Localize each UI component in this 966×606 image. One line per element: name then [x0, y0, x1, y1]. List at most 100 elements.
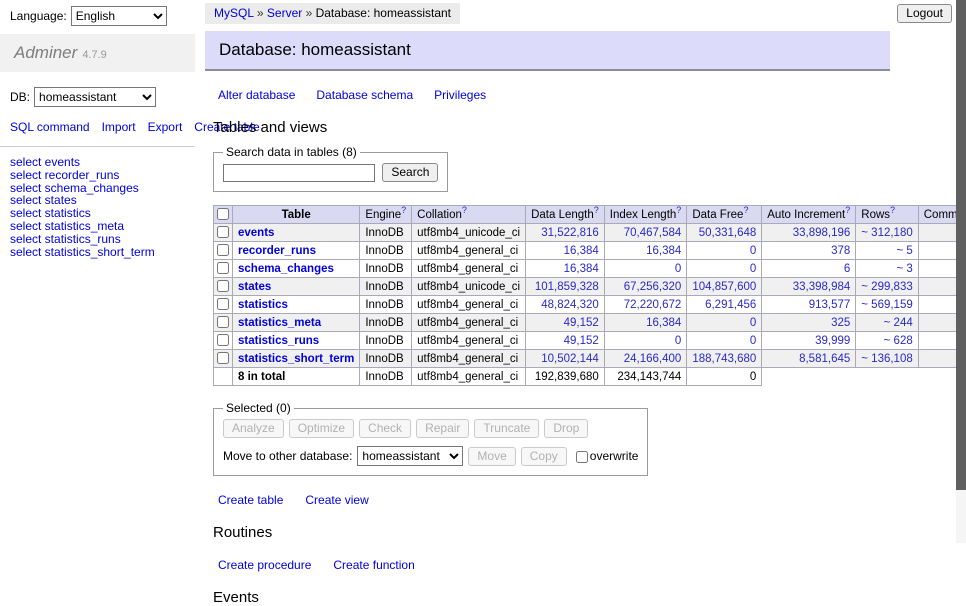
create-view-link[interactable]: Create view: [305, 493, 368, 507]
row-checkbox-statistics-runs[interactable]: [217, 334, 229, 346]
db-select[interactable]: homeassistant: [34, 87, 156, 107]
index-length-link[interactable]: 67,256,320: [624, 281, 682, 293]
index-length-link[interactable]: 16,384: [646, 317, 681, 329]
data-length-link[interactable]: 101,859,328: [535, 281, 599, 293]
help-link-engine[interactable]: ?: [401, 205, 406, 215]
auto-increment-link[interactable]: 378: [831, 245, 850, 257]
select-all-checkbox[interactable]: [217, 208, 229, 220]
data-free-link[interactable]: 188,743,680: [692, 353, 756, 365]
sidebar-action-sql-command[interactable]: SQL command: [10, 120, 90, 134]
search-button[interactable]: Search: [382, 163, 438, 182]
scrollbar-track[interactable]: [956, 0, 966, 543]
nav-link-alter-database[interactable]: Alter database: [218, 88, 295, 102]
analyze-button[interactable]: Analyze: [223, 419, 284, 438]
version-label[interactable]: 4.7.9: [82, 49, 106, 61]
table-link-states[interactable]: states: [238, 281, 271, 293]
move-db-select[interactable]: homeassistant: [357, 446, 463, 466]
auto-increment-link[interactable]: 913,577: [809, 299, 851, 311]
index-length-link[interactable]: 72,220,672: [624, 299, 682, 311]
repair-button[interactable]: Repair: [416, 419, 469, 438]
row-checkbox-statistics-meta[interactable]: [217, 316, 229, 328]
nav-link-privileges[interactable]: Privileges: [434, 88, 486, 102]
overwrite-option[interactable]: overwrite: [576, 449, 639, 463]
truncate-button[interactable]: Truncate: [474, 419, 539, 438]
rows-link[interactable]: ~ 628: [884, 335, 913, 347]
help-link-data-free[interactable]: ?: [743, 205, 748, 215]
copy-button[interactable]: Copy: [521, 447, 567, 466]
sidebar-select-statistics-short-term[interactable]: select statistics_short_term: [10, 246, 185, 259]
drop-button[interactable]: Drop: [544, 419, 588, 438]
help-link-rows[interactable]: ?: [890, 205, 895, 215]
rows-link[interactable]: ~ 312,180: [861, 227, 912, 239]
breadcrumb-link-mysql[interactable]: MySQL: [214, 6, 254, 20]
data-free-link[interactable]: 0: [750, 245, 756, 257]
table-link-schema-changes[interactable]: schema_changes: [238, 263, 334, 275]
rows-link[interactable]: ~ 136,108: [861, 353, 912, 365]
data-free-link[interactable]: 0: [750, 263, 756, 275]
sidebar-action-export[interactable]: Export: [148, 120, 183, 134]
move-button[interactable]: Move: [468, 447, 515, 466]
data-length-link[interactable]: 10,502,144: [541, 353, 599, 365]
index-length-link[interactable]: 0: [675, 263, 681, 275]
rows-link[interactable]: ~ 299,833: [861, 281, 912, 293]
data-length-link[interactable]: 31,522,816: [541, 227, 599, 239]
data-length-link[interactable]: 49,152: [564, 317, 599, 329]
auto-increment-link[interactable]: 325: [831, 317, 850, 329]
help-link-auto-increment[interactable]: ?: [845, 205, 850, 215]
auto-increment-link[interactable]: 8,581,645: [799, 353, 850, 365]
sidebar-select-statistics-meta[interactable]: select statistics_meta: [10, 220, 185, 233]
create-function-link[interactable]: Create function: [333, 558, 414, 572]
auto-increment-link[interactable]: 33,398,984: [793, 281, 851, 293]
breadcrumb-link-server[interactable]: Server: [267, 6, 302, 20]
rows-link[interactable]: ~ 3: [896, 263, 912, 275]
help-link-data-length[interactable]: ?: [594, 205, 599, 215]
logout-button[interactable]: Logout: [897, 4, 952, 23]
optimize-button[interactable]: Optimize: [289, 419, 354, 438]
scrollbar-thumb[interactable]: [956, 0, 966, 490]
row-checkbox-states[interactable]: [217, 280, 229, 292]
table-link-statistics-meta[interactable]: statistics_meta: [238, 317, 321, 329]
row-checkbox-schema-changes[interactable]: [217, 262, 229, 274]
search-input[interactable]: [223, 164, 375, 182]
table-link-statistics-runs[interactable]: statistics_runs: [238, 335, 319, 347]
row-checkbox-statistics[interactable]: [217, 298, 229, 310]
row-checkbox-recorder-runs[interactable]: [217, 244, 229, 256]
data-free-link[interactable]: 104,857,600: [692, 281, 756, 293]
data-length-link[interactable]: 48,824,320: [541, 299, 599, 311]
data-length-link[interactable]: 16,384: [564, 263, 599, 275]
auto-increment-link[interactable]: 6: [844, 263, 850, 275]
check-button[interactable]: Check: [359, 419, 411, 438]
data-free-link[interactable]: 0: [750, 317, 756, 329]
index-length-link[interactable]: 70,467,584: [624, 227, 682, 239]
table-link-events[interactable]: events: [238, 227, 274, 239]
index-length-link[interactable]: 24,166,400: [624, 353, 682, 365]
table-link-statistics-short-term[interactable]: statistics_short_term: [238, 353, 354, 365]
sidebar-select-statistics-runs[interactable]: select statistics_runs: [10, 233, 185, 246]
row-checkbox-events[interactable]: [217, 226, 229, 238]
data-length-link[interactable]: 49,152: [564, 335, 599, 347]
help-link-index-length[interactable]: ?: [676, 205, 681, 215]
rows-link[interactable]: ~ 244: [884, 317, 913, 329]
auto-increment-link[interactable]: 39,999: [815, 335, 850, 347]
index-length-link[interactable]: 16,384: [646, 245, 681, 257]
rows-link[interactable]: ~ 5: [896, 245, 912, 257]
data-free-link[interactable]: 50,331,648: [699, 227, 757, 239]
index-length-link[interactable]: 0: [675, 335, 681, 347]
data-free-link[interactable]: 0: [750, 335, 756, 347]
create-table-link[interactable]: Create table: [218, 493, 283, 507]
nav-link-database-schema[interactable]: Database schema: [316, 88, 413, 102]
auto-increment-link[interactable]: 33,898,196: [793, 227, 851, 239]
sidebar-select-events[interactable]: select events: [10, 156, 185, 169]
sidebar-select-recorder-runs[interactable]: select recorder_runs: [10, 169, 185, 182]
overwrite-checkbox[interactable]: [576, 451, 588, 463]
data-free-link[interactable]: 6,291,456: [705, 299, 756, 311]
sidebar-action-import[interactable]: Import: [102, 120, 136, 134]
row-checkbox-statistics-short-term[interactable]: [217, 352, 229, 364]
table-link-statistics[interactable]: statistics: [238, 299, 288, 311]
create-procedure-link[interactable]: Create procedure: [218, 558, 311, 572]
table-link-recorder-runs[interactable]: recorder_runs: [238, 245, 316, 257]
language-select[interactable]: English: [71, 6, 167, 26]
help-link-collation[interactable]: ?: [462, 205, 467, 215]
data-length-link[interactable]: 16,384: [564, 245, 599, 257]
rows-link[interactable]: ~ 569,159: [861, 299, 912, 311]
